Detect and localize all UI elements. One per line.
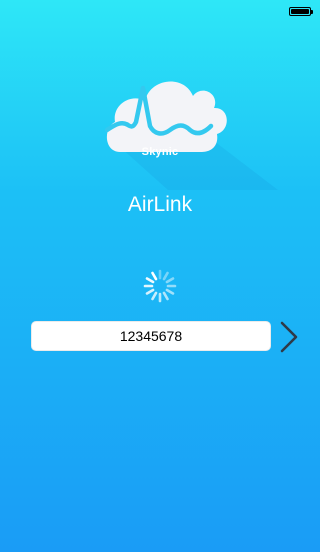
app-screen: Skynic AirLink: [0, 0, 320, 552]
spinner-tick: [165, 288, 175, 295]
app-title: AirLink: [127, 193, 193, 216]
status-bar: [0, 0, 320, 22]
code-field[interactable]: [31, 321, 271, 351]
spinner-tick: [145, 288, 155, 295]
battery-cap: [311, 10, 313, 14]
spinner-tick: [151, 271, 158, 281]
spinner-tick: [165, 277, 175, 284]
spinner-tick: [162, 291, 169, 301]
battery-icon: [289, 7, 311, 16]
spinner-tick: [145, 277, 155, 284]
chevron-right-icon[interactable]: [276, 320, 304, 354]
code-input[interactable]: [32, 322, 270, 350]
spinner-tick: [151, 291, 158, 301]
brand-name: Skynic: [141, 146, 179, 158]
loading-spinner-icon: [143, 269, 177, 303]
cloud-pulse-logo-icon: [104, 81, 278, 190]
spinner-tick: [162, 271, 169, 281]
